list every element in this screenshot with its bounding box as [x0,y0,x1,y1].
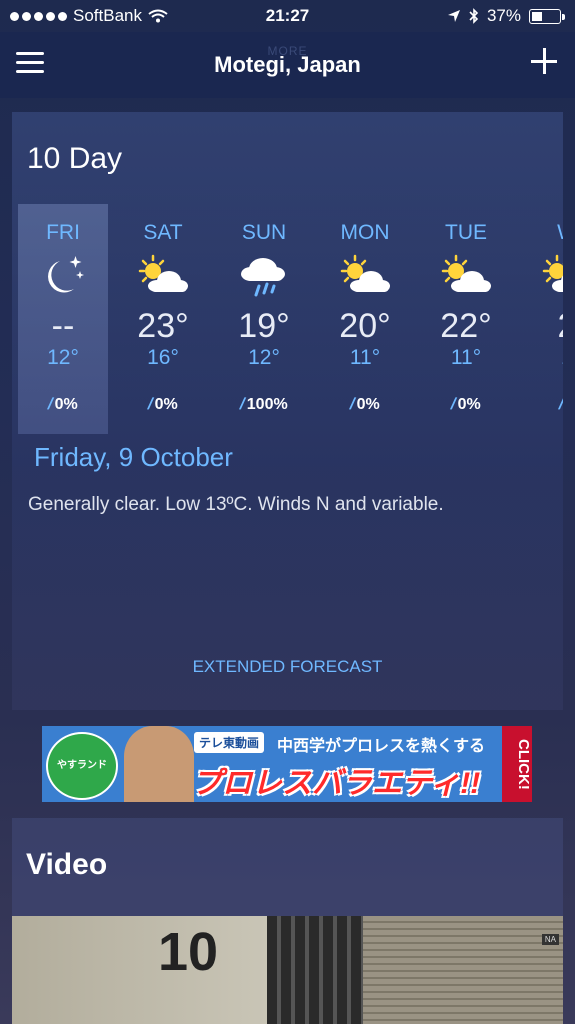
day-name: SAT [143,221,183,244]
ten-day-card: 10 Day FRI -- 12°/0% SAT 23° 16°/0% SUN 19° 12° /… [12,112,563,710]
day-low: 11° [349,346,381,369]
day-column[interactable]: W 21/1 [517,204,563,414]
status-right: 37% [447,6,565,26]
day-rain-chance: /0% [449,396,481,413]
partly-cloudy-icon [416,253,516,301]
card-heading: 10 Day [27,142,123,175]
moon-stars-icon [18,253,108,301]
nav-bar: MORE Motegi, Japan [0,32,575,98]
day-column[interactable]: SAT 23° 16° /0% [113,204,213,414]
day-rain-chance: /0% [348,396,380,413]
day-name: TUE [445,221,487,244]
day-high: -- [51,307,75,345]
day-column[interactable]: FRI -- 12° /0% [18,204,108,434]
ad-line1: 中西学がプロレスを熱くする [277,738,486,755]
extended-forecast-link[interactable]: EXTENDED FORECAST [12,657,563,677]
day-strip[interactable]: FRI -- 12°/0% SAT 23° 16°/0% SUN 19° 12°/100% MON… [12,204,563,434]
video-heading: Video [26,848,108,881]
location-arrow-icon [447,10,460,22]
day-column[interactable]: TUE 22° 11° /0% [416,204,516,414]
day-high: 23° [137,307,189,345]
raindrop-icon: / [557,396,563,413]
day-low: 12° [47,346,79,369]
partly-cloudy-icon [113,253,213,301]
day-rain-chance: /0% [46,396,78,413]
rain-cloud-icon [214,253,314,301]
day-column[interactable]: SUN 19° 12° /100% [214,204,314,414]
day-high: 20° [339,307,391,345]
add-icon[interactable] [531,48,557,74]
ad-person-image [124,726,194,802]
day-name: W [517,221,563,245]
day-name: FRI [46,221,80,244]
day-high: 22° [440,307,492,345]
video-card: Video 10 NA [12,818,563,1024]
day-column[interactable]: MON 20° 11° /0% [315,204,415,414]
ad-banner[interactable]: やすランド テレ東動画 中西学がプロレスを熱くする プロレスバラエティ!! CL… [42,726,532,802]
day-rain-chance: /1 [517,396,563,414]
video-thumbnail[interactable]: 10 NA [12,916,563,1024]
selected-date: Friday, 9 October [34,442,233,472]
day-name: MON [340,221,390,244]
status-bar: SoftBank 21:27 37% [0,0,575,32]
ad-line2: プロレスバラエティ!! [192,767,481,800]
day-low: 1 [517,346,563,370]
day-low: 12° [248,346,280,369]
battery-icon [529,8,565,24]
partly-cloudy-icon [517,253,563,301]
thumb-number: 10 [158,922,219,982]
location-title[interactable]: Motegi, Japan [0,52,575,78]
day-rain-chance: /0% [146,396,178,413]
day-name: SUN [241,221,287,244]
day-high: 19° [238,307,290,345]
day-low: 16° [147,346,179,369]
forecast-description: Generally clear. Low 13ºC. Winds N and v… [28,494,444,515]
ad-click-label[interactable]: CLICK! [502,726,532,802]
thumb-tag: NA [541,934,559,945]
battery-percent: 37% [486,6,521,25]
partly-cloudy-icon [315,253,415,301]
day-high: 2 [517,307,563,346]
day-low: 11° [450,346,482,369]
ad-logo: やすランド [46,732,118,800]
bluetooth-icon [469,8,479,24]
day-rain-chance: /100% [238,396,288,413]
ad-tag: テレ東動画 [194,732,265,753]
